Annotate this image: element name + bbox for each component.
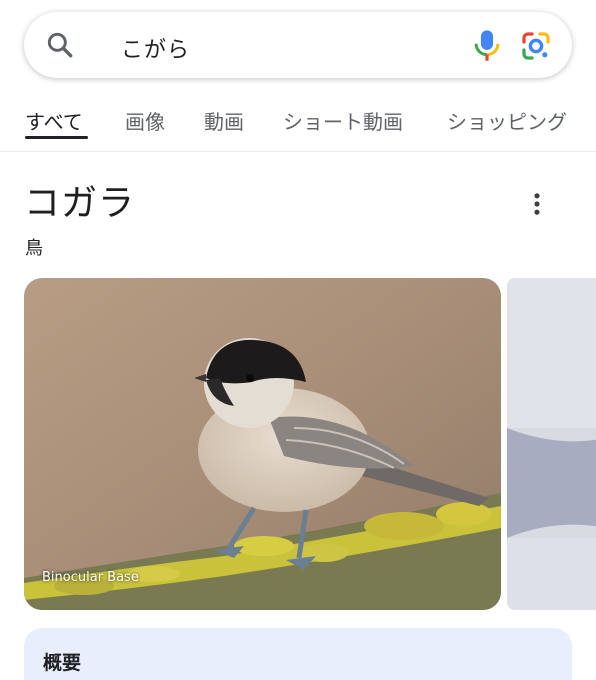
microphone-icon[interactable] — [472, 28, 502, 62]
entity-title: コガラ — [24, 183, 136, 224]
bird-image[interactable]: Binocular Base — [24, 278, 501, 610]
more-vertical-icon[interactable] — [528, 190, 546, 218]
second-bird-image[interactable] — [507, 278, 596, 610]
search-input[interactable]: こがら — [121, 32, 190, 64]
search-tabs: すべて 画像 動画 ショート動画 ショッピング — [0, 96, 596, 152]
search-bar[interactable]: こがら — [24, 12, 572, 78]
entity-subtitle: 鳥 — [25, 238, 43, 259]
tab-shopping[interactable]: ショッピング — [447, 106, 567, 135]
tab-images[interactable]: 画像 — [125, 106, 165, 135]
tab-all[interactable]: すべて — [25, 106, 83, 135]
overview-title: 概要 — [43, 652, 82, 674]
image-credit: Binocular Base — [42, 570, 139, 585]
search-icon[interactable] — [44, 29, 76, 61]
active-tab-indicator — [25, 136, 88, 139]
second-photo-preview — [507, 278, 596, 610]
bird-photo — [24, 278, 501, 610]
tab-short-videos[interactable]: ショート動画 — [283, 106, 403, 135]
overview-card[interactable]: 概要 — [24, 628, 572, 680]
tab-videos[interactable]: 動画 — [204, 106, 244, 135]
google-lens-icon[interactable] — [520, 30, 552, 62]
